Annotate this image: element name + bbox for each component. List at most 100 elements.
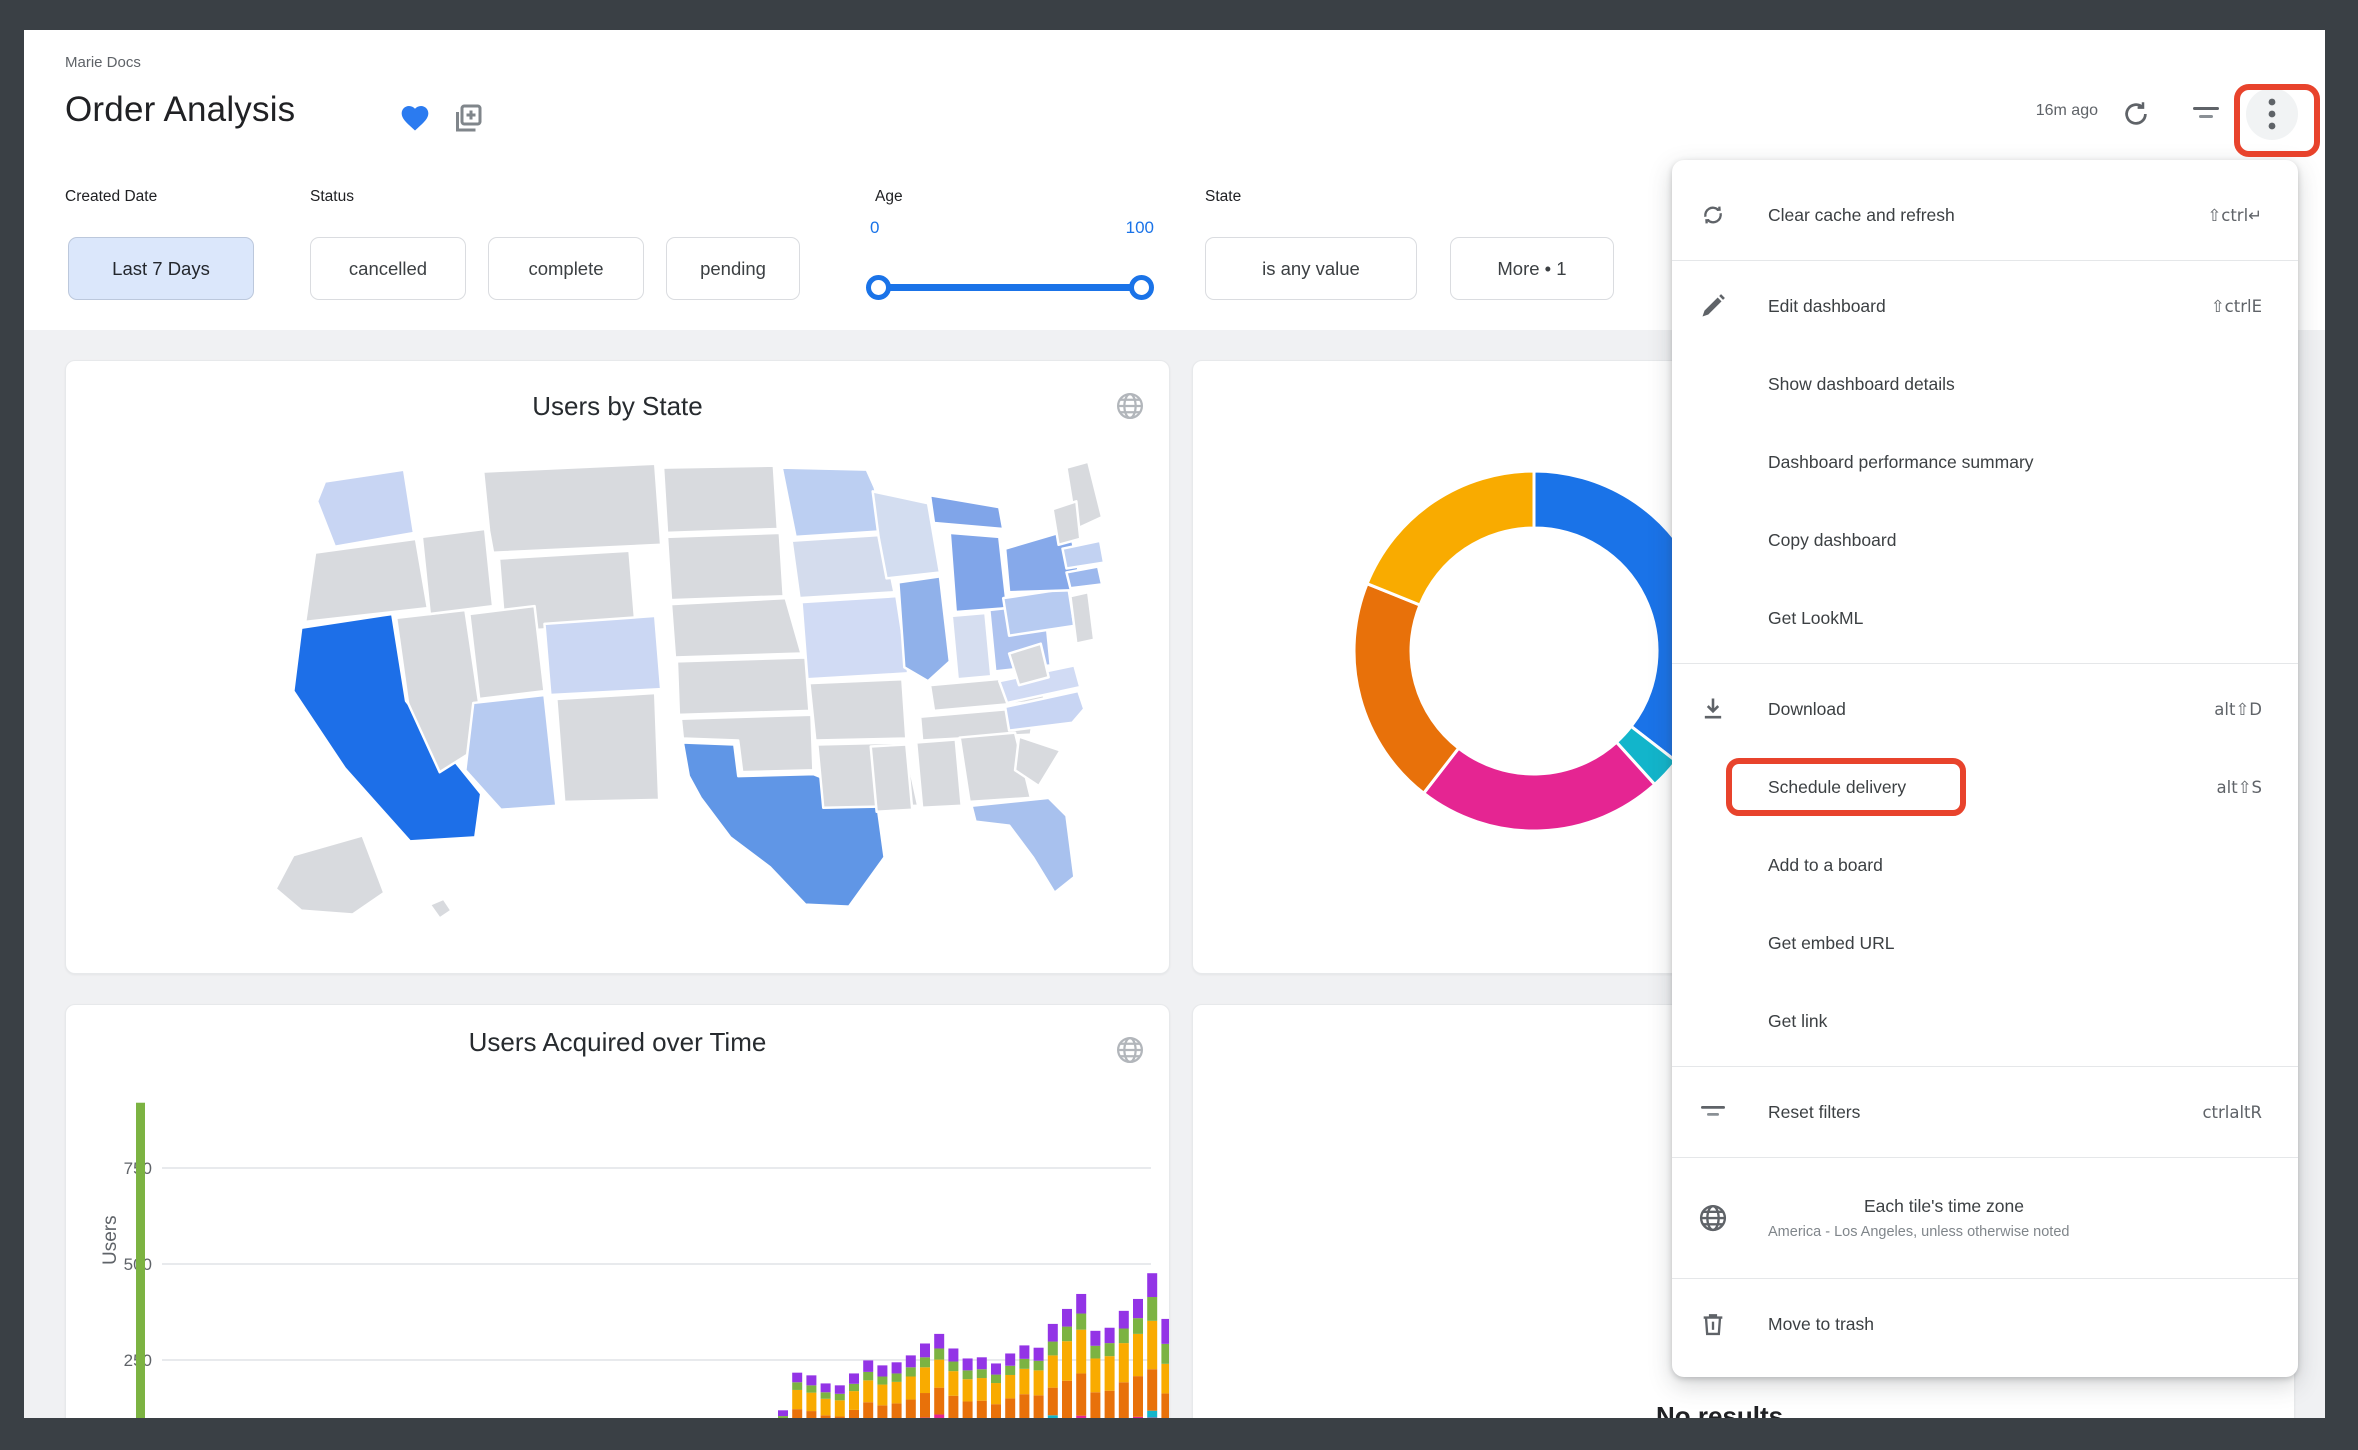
bar-10-seg-4[interactable] <box>920 1357 930 1367</box>
map-state-florida[interactable] <box>972 798 1075 893</box>
donut-slice-3[interactable] <box>1354 584 1459 794</box>
bar-1-seg-2[interactable] <box>792 1409 802 1418</box>
bar-3-seg-4[interactable] <box>821 1392 831 1399</box>
bar-2-seg-5[interactable] <box>806 1375 816 1385</box>
bar-5-seg-2[interactable] <box>849 1410 859 1418</box>
bar-17-seg-2[interactable] <box>1019 1394 1029 1418</box>
stacked-bar-chart[interactable]: 250500750 <box>66 1085 1169 1418</box>
bar-8-seg-2[interactable] <box>892 1403 902 1418</box>
bar-2-seg-4[interactable] <box>806 1385 816 1392</box>
bar-26-seg-4[interactable] <box>1147 1297 1157 1321</box>
bar-20-seg-5[interactable] <box>1062 1309 1072 1327</box>
timezone-globe-icon[interactable] <box>1115 1035 1145 1065</box>
menu-item-each-tile-s-time-zone[interactable]: Each tile's time zoneAmerica - Los Angel… <box>1672 1164 2298 1272</box>
bar-21-seg-2[interactable] <box>1076 1373 1086 1415</box>
map-state-missouri[interactable] <box>802 596 909 679</box>
bar-1-seg-4[interactable] <box>792 1382 802 1390</box>
bar-19-seg-3[interactable] <box>1048 1355 1058 1387</box>
bar-9-seg-2[interactable] <box>906 1400 916 1418</box>
bar-18-seg-4[interactable] <box>1034 1361 1044 1371</box>
bar-0-seg-4[interactable] <box>778 1416 788 1418</box>
timezone-globe-icon[interactable] <box>1115 391 1145 421</box>
menu-item-schedule-delivery[interactable]: Schedule deliveryalt⇧S <box>1672 748 2298 826</box>
menu-item-reset-filters[interactable]: Reset filtersctrlaltR <box>1672 1073 2298 1151</box>
bar-13-seg-2[interactable] <box>963 1401 973 1418</box>
bar-26-seg-1[interactable] <box>1147 1411 1157 1418</box>
bar-12-seg-4[interactable] <box>948 1362 958 1372</box>
bar-10-seg-3[interactable] <box>920 1367 930 1393</box>
bar-22-seg-4[interactable] <box>1090 1346 1100 1359</box>
bar-3-seg-2[interactable] <box>821 1415 831 1418</box>
map-state-south-dakota[interactable] <box>667 533 784 600</box>
bar-20-seg-2[interactable] <box>1062 1381 1072 1418</box>
bar-5-seg-3[interactable] <box>849 1391 859 1410</box>
bar-26-seg-5[interactable] <box>1147 1273 1157 1297</box>
bar-2-seg-2[interactable] <box>806 1411 816 1418</box>
bar-16-seg-2[interactable] <box>1005 1398 1015 1418</box>
bar-8-seg-4[interactable] <box>892 1373 902 1381</box>
bar-27-seg-2[interactable] <box>1161 1393 1169 1418</box>
filter-chip-more[interactable]: More • 1 <box>1450 237 1614 300</box>
map-state-new-jersey[interactable] <box>1070 592 1094 643</box>
map-state-new-hampshire[interactable] <box>1053 501 1081 544</box>
menu-item-show-dashboard-details[interactable]: Show dashboard details <box>1672 345 2298 423</box>
bar-23-seg-3[interactable] <box>1105 1356 1115 1391</box>
bar-9-seg-5[interactable] <box>906 1355 916 1367</box>
map-state-new-mexico[interactable] <box>556 693 659 802</box>
bar-18-seg-2[interactable] <box>1034 1395 1044 1418</box>
bar-21-seg-0[interactable] <box>1076 1416 1086 1418</box>
bar-11-seg-4[interactable] <box>934 1348 944 1359</box>
bar-6-seg-5[interactable] <box>863 1360 873 1372</box>
bar-25-seg-5[interactable] <box>1133 1299 1143 1318</box>
bar-4-seg-3[interactable] <box>835 1400 845 1416</box>
bar-3-seg-3[interactable] <box>821 1399 831 1416</box>
bar-14-seg-5[interactable] <box>977 1357 987 1369</box>
bar-24-seg-3[interactable] <box>1119 1343 1129 1382</box>
bar-17-seg-5[interactable] <box>1019 1345 1029 1358</box>
map-state-indiana[interactable] <box>952 613 992 679</box>
bar-22-seg-5[interactable] <box>1090 1331 1100 1346</box>
bar-25-seg-2[interactable] <box>1133 1376 1143 1417</box>
bar-10-seg-5[interactable] <box>920 1343 930 1357</box>
bar-23-seg-2[interactable] <box>1105 1391 1115 1418</box>
bar-7-seg-2[interactable] <box>877 1405 887 1418</box>
bar-14-seg-3[interactable] <box>977 1378 987 1401</box>
map-state-alabama[interactable] <box>916 740 961 808</box>
filter-chip-status-pending[interactable]: pending <box>666 237 800 300</box>
bar-21-seg-3[interactable] <box>1076 1330 1086 1374</box>
bar-6-seg-3[interactable] <box>863 1380 873 1402</box>
bar-16-seg-4[interactable] <box>1005 1366 1015 1375</box>
menu-item-clear-cache-and-refresh[interactable]: Clear cache and refresh⇧ctrl↵ <box>1672 176 2298 254</box>
map-state-kansas[interactable] <box>677 657 809 714</box>
bar-20-seg-3[interactable] <box>1062 1341 1072 1381</box>
map-state-hawaii[interactable] <box>430 899 452 919</box>
map-state-north-dakota[interactable] <box>663 466 778 533</box>
bar-15-seg-5[interactable] <box>991 1363 1001 1374</box>
bar-5-seg-5[interactable] <box>849 1373 859 1383</box>
menu-item-edit-dashboard[interactable]: Edit dashboard⇧ctrlE <box>1672 267 2298 345</box>
bar-25-seg-3[interactable] <box>1133 1334 1143 1376</box>
map-state-michigan[interactable] <box>930 495 1003 529</box>
map-state-mississippi[interactable] <box>871 744 913 811</box>
bar-12-seg-5[interactable] <box>948 1348 958 1361</box>
map-state-minnesota[interactable] <box>782 468 887 537</box>
us-choropleth-map[interactable] <box>236 439 1106 959</box>
breadcrumb[interactable]: Marie Docs <box>65 54 141 71</box>
menu-item-get-embed-url[interactable]: Get embed URL <box>1672 904 2298 982</box>
bar-23-seg-5[interactable] <box>1105 1328 1115 1343</box>
axis-bar-green[interactable] <box>136 1103 145 1418</box>
map-state-idaho[interactable] <box>422 529 493 614</box>
menu-item-get-link[interactable]: Get link <box>1672 982 2298 1060</box>
bar-11-seg-0[interactable] <box>934 1415 944 1418</box>
bar-16-seg-5[interactable] <box>1005 1353 1015 1365</box>
map-state-alaska[interactable] <box>276 835 385 914</box>
bar-11-seg-3[interactable] <box>934 1360 944 1388</box>
bar-2-seg-3[interactable] <box>806 1393 816 1411</box>
donut-slice-2[interactable] <box>1424 742 1655 831</box>
bar-9-seg-4[interactable] <box>906 1367 916 1376</box>
bar-14-seg-4[interactable] <box>977 1369 987 1378</box>
bar-15-seg-3[interactable] <box>991 1383 1001 1404</box>
bar-5-seg-4[interactable] <box>849 1384 859 1391</box>
bar-20-seg-4[interactable] <box>1062 1327 1072 1342</box>
bar-26-seg-3[interactable] <box>1147 1321 1157 1369</box>
